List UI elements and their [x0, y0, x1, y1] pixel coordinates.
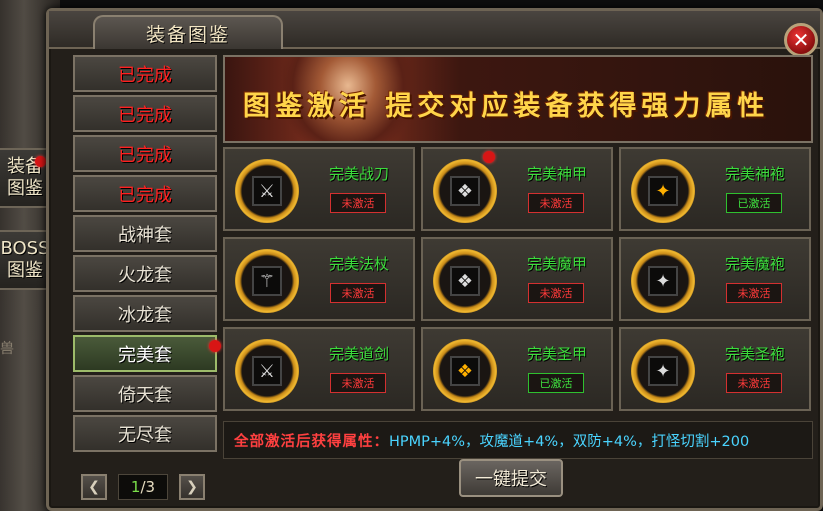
set-item[interactable]: 已完成 — [73, 95, 217, 132]
set-item-label: 已完成 — [118, 104, 172, 126]
equipment-name: 完美圣袍 — [724, 345, 785, 363]
title-bar: 装备图鉴 — [49, 11, 820, 49]
set-item[interactable]: 冰龙套 — [73, 295, 217, 332]
equipment-card[interactable]: ❖ 完美神甲未激活 — [421, 147, 613, 231]
activation-status-badge: 未激活 — [330, 193, 386, 213]
equipment-slot[interactable]: ✦ — [631, 339, 695, 403]
set-item-label: 无尽套 — [118, 424, 172, 446]
equipment-slot[interactable]: ❖ — [433, 339, 497, 403]
equipment-slot[interactable]: ❖ — [433, 249, 497, 313]
activation-status-badge: 已激活 — [726, 193, 782, 213]
equipment-name: 完美神袍 — [724, 165, 785, 183]
equipment-card[interactable]: ⚚ 完美法杖未激活 — [223, 237, 415, 321]
equipment-name: 完美道剑 — [328, 345, 389, 363]
set-item[interactable]: 已完成 — [73, 55, 217, 92]
notification-dot — [483, 151, 495, 163]
set-item-label: 已完成 — [118, 184, 172, 206]
equipment-slot[interactable]: ⚔ — [235, 339, 299, 403]
staff-icon: ⚚ — [252, 266, 282, 296]
bonus-value: HPMP+4%，攻魔道+4%，双防+4%，打怪切割+200 — [389, 433, 750, 450]
set-item-label: 已完成 — [118, 64, 172, 86]
activation-status-badge: 未激活 — [528, 283, 584, 303]
equipment-card[interactable]: ✦ 完美魔袍未激活 — [619, 237, 811, 321]
notification-dot — [35, 156, 46, 167]
equipment-slot[interactable]: ✦ — [631, 249, 695, 313]
equipment-grid: ⚔ 完美战刀 未激活 ❖ 完美神甲 未激活 ✦ 完美神袍 已激活 ⚚ 完美法杖 未激活 ❖ 完美魔甲 未激活… — [223, 147, 813, 411]
set-item[interactable]: 无尽套 — [73, 415, 217, 452]
set-item[interactable]: 战神套 — [73, 215, 217, 252]
side-tab-label: BOSS 图鉴 — [0, 238, 50, 281]
equipment-name: 完美战刀 — [328, 165, 389, 183]
equipment-card[interactable]: ⚔ 完美道剑未激活 — [223, 327, 415, 411]
set-item-label: 完美套 — [118, 344, 172, 366]
robe-icon: ✦ — [648, 266, 678, 296]
background-text-fragment: 兽 — [0, 341, 14, 357]
robe-icon: ✦ — [648, 176, 678, 206]
total-pages: /3 — [140, 478, 156, 496]
equipment-name: 完美魔袍 — [724, 255, 785, 273]
chevron-right-icon[interactable]: ❯ — [179, 474, 205, 500]
set-item[interactable]: 已完成 — [73, 175, 217, 212]
pager: ❮ 1/3 ❯ — [81, 473, 205, 501]
sword-icon: ⚔ — [252, 356, 282, 386]
submit-all-button[interactable]: 一键提交 — [459, 459, 563, 497]
set-item[interactable]: 倚天套 — [73, 375, 217, 412]
banner-text: 图鉴激活 提交对应装备获得强力属性 — [243, 91, 770, 122]
set-item-label: 已完成 — [118, 144, 172, 166]
equipment-slot[interactable]: ⚚ — [235, 249, 299, 313]
chevron-left-icon[interactable]: ❮ — [81, 474, 107, 500]
equipment-slot[interactable]: ⚔ — [235, 159, 299, 223]
robe-icon: ✦ — [648, 356, 678, 386]
set-item-label: 冰龙套 — [118, 304, 172, 326]
codex-panel: 装备图鉴 ✕ 已完成 已完成 已完成 已完成 战神套 火龙套 冰龙套 完美套 倚天套 无尽套 ❮ … — [46, 8, 823, 511]
close-button[interactable]: ✕ — [784, 23, 818, 57]
equipment-name: 完美魔甲 — [526, 255, 587, 273]
set-item[interactable]: 已完成 — [73, 135, 217, 172]
close-icon: ✕ — [792, 28, 810, 52]
codex-banner: 图鉴激活 提交对应装备获得强力属性 — [223, 55, 813, 143]
equipment-name: 完美法杖 — [328, 255, 389, 273]
equipment-card[interactable]: ❖ 完美圣甲已激活 — [421, 327, 613, 411]
set-item-label: 火龙套 — [118, 264, 172, 286]
equipment-card[interactable]: ❖ 完美魔甲未激活 — [421, 237, 613, 321]
armor-icon: ❖ — [450, 176, 480, 206]
equipment-card[interactable]: ⚔ 完美战刀未激活 — [223, 147, 415, 231]
set-item[interactable]: 完美套 — [73, 335, 221, 372]
activation-status-badge: 未激活 — [726, 283, 782, 303]
set-bonus: 全部激活后获得属性： HPMP+4%，攻魔道+4%，双防+4%，打怪切割+200 — [223, 421, 813, 459]
set-item-label: 战神套 — [118, 224, 172, 246]
activation-status-badge: 未激活 — [330, 283, 386, 303]
armor-icon: ❖ — [450, 356, 480, 386]
equipment-slot[interactable]: ✦ — [631, 159, 695, 223]
equipment-name: 完美神甲 — [526, 165, 587, 183]
blade-icon: ⚔ — [252, 176, 282, 206]
equipment-name: 完美圣甲 — [526, 345, 587, 363]
set-item-label: 倚天套 — [118, 384, 172, 406]
notification-dot — [209, 340, 221, 352]
side-tab-equipment-codex[interactable]: 装备 图鉴 — [0, 148, 52, 208]
activation-status-badge: 未激活 — [726, 373, 782, 393]
equipment-slot[interactable]: ❖ — [433, 159, 497, 223]
equipment-card[interactable]: ✦ 完美神袍已激活 — [619, 147, 811, 231]
armor-icon: ❖ — [450, 266, 480, 296]
side-tab-boss-codex[interactable]: BOSS 图鉴 — [0, 230, 52, 290]
activation-status-badge: 未激活 — [330, 373, 386, 393]
page-indicator: 1/3 — [118, 474, 168, 500]
equipment-card[interactable]: ✦ 完美圣袍未激活 — [619, 327, 811, 411]
current-page: 1 — [130, 478, 141, 496]
activation-status-badge: 未激活 — [528, 193, 584, 213]
activation-status-badge: 已激活 — [528, 373, 584, 393]
set-item[interactable]: 火龙套 — [73, 255, 217, 292]
bonus-label: 全部激活后获得属性： — [234, 433, 389, 450]
set-list: 已完成 已完成 已完成 已完成 战神套 火龙套 冰龙套 完美套 倚天套 无尽套 — [73, 55, 221, 455]
window-title: 装备图鉴 — [93, 15, 283, 49]
